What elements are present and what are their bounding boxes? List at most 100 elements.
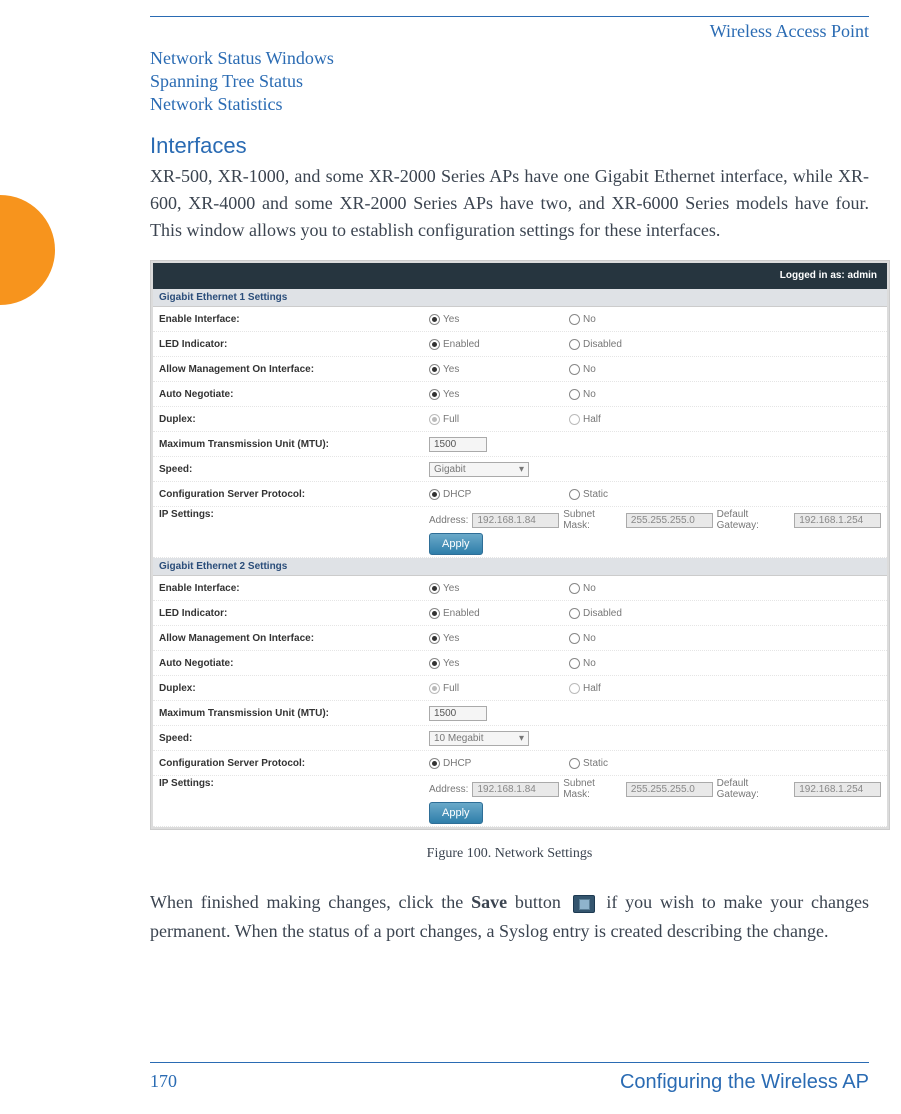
gig1-speed-label: Speed: [159, 464, 429, 475]
gig2-gw-input[interactable]: 192.168.1.254 [794, 782, 881, 797]
radio-icon [429, 414, 440, 425]
gig2-autoneg-yes[interactable]: Yes [429, 658, 539, 669]
gig1-autoneg-yes[interactable]: Yes [429, 389, 539, 400]
gig1-ip-label: IP Settings: [159, 509, 429, 520]
gig2-duplex-full: Full [429, 683, 539, 694]
gig1-enable-row: Enable Interface: Yes No [153, 307, 887, 332]
gig1-duplex-row: Duplex: Full Half [153, 407, 887, 432]
radio-icon [429, 658, 440, 669]
radio-icon [429, 633, 440, 644]
gig1-mask-input[interactable]: 255.255.255.0 [626, 513, 713, 528]
page-footer: 170 Configuring the Wireless AP [150, 1062, 869, 1094]
gig1-mgmt-no[interactable]: No [569, 364, 679, 375]
chevron-down-icon: ▾ [519, 733, 524, 744]
gig1-apply-button[interactable]: Apply [429, 533, 483, 555]
radio-icon [569, 339, 580, 350]
gig1-mtu-row: Maximum Transmission Unit (MTU): 1500 [153, 432, 887, 457]
radio-icon [429, 389, 440, 400]
radio-icon [569, 389, 580, 400]
gig1-led-enabled[interactable]: Enabled [429, 339, 539, 350]
interfaces-paragraph: XR-500, XR-1000, and some XR-2000 Series… [150, 163, 869, 244]
gig1-cfgproto-static[interactable]: Static [569, 489, 679, 500]
gig2-cfgproto-static[interactable]: Static [569, 758, 679, 769]
footer-rule [150, 1062, 869, 1063]
gig2-mgmt-row: Allow Management On Interface: Yes No [153, 626, 887, 651]
gig1-addr-input[interactable]: 192.168.1.84 [472, 513, 559, 528]
link-network-status-windows[interactable]: Network Status Windows [150, 48, 869, 69]
radio-icon [429, 608, 440, 619]
gig2-mask-input[interactable]: 255.255.255.0 [626, 782, 713, 797]
gig1-mgmt-label: Allow Management On Interface: [159, 364, 429, 375]
gig2-cfgproto-row: Configuration Server Protocol: DHCP Stat… [153, 751, 887, 776]
radio-icon [429, 683, 440, 694]
gig2-led-disabled[interactable]: Disabled [569, 608, 679, 619]
gig1-mgmt-row: Allow Management On Interface: Yes No [153, 357, 887, 382]
gw-label: Default Gateway: [717, 509, 791, 531]
radio-icon [429, 489, 440, 500]
gig2-ip-row: IP Settings: Address: 192.168.1.84 Subne… [153, 776, 887, 827]
gig1-cfgproto-label: Configuration Server Protocol: [159, 489, 429, 500]
radio-icon [569, 489, 580, 500]
save-icon [573, 895, 595, 913]
section-gig1-title: Gigabit Ethernet 1 Settings [153, 289, 887, 307]
radio-icon [569, 658, 580, 669]
radio-icon [569, 583, 580, 594]
figure-caption: Figure 100. Network Settings [150, 846, 869, 862]
gig1-mgmt-yes[interactable]: Yes [429, 364, 539, 375]
gig2-apply-button[interactable]: Apply [429, 802, 483, 824]
radio-icon [569, 364, 580, 375]
chevron-down-icon: ▾ [519, 464, 524, 475]
gig1-ip-row: IP Settings: Address: 192.168.1.84 Subne… [153, 507, 887, 558]
link-spanning-tree-status[interactable]: Spanning Tree Status [150, 71, 869, 92]
gig2-enable-yes[interactable]: Yes [429, 583, 539, 594]
radio-icon [429, 314, 440, 325]
gig1-autoneg-label: Auto Negotiate: [159, 389, 429, 400]
radio-icon [569, 314, 580, 325]
gig2-duplex-half: Half [569, 683, 679, 694]
gig1-speed-select[interactable]: Gigabit▾ [429, 462, 529, 477]
gig1-duplex-label: Duplex: [159, 414, 429, 425]
radio-icon [569, 414, 580, 425]
gig2-speed-row: Speed: 10 Megabit▾ [153, 726, 887, 751]
gig1-duplex-half: Half [569, 414, 679, 425]
radio-icon [429, 364, 440, 375]
radio-icon [429, 583, 440, 594]
post-figure-paragraph: When finished making changes, click the … [150, 888, 869, 946]
header-rule [150, 16, 869, 17]
gig1-led-label: LED Indicator: [159, 339, 429, 350]
gig2-addr-input[interactable]: 192.168.1.84 [472, 782, 559, 797]
link-network-statistics[interactable]: Network Statistics [150, 94, 869, 115]
gig2-mtu-input[interactable]: 1500 [429, 706, 487, 721]
gig1-autoneg-no[interactable]: No [569, 389, 679, 400]
figure-screenshot-frame: Logged in as: admin Gigabit Ethernet 1 S… [150, 260, 890, 830]
gig2-autoneg-no[interactable]: No [569, 658, 679, 669]
gig2-mgmt-no[interactable]: No [569, 633, 679, 644]
save-word: Save [471, 892, 507, 912]
gig2-mgmt-yes[interactable]: Yes [429, 633, 539, 644]
radio-icon [429, 758, 440, 769]
gig1-gw-input[interactable]: 192.168.1.254 [794, 513, 881, 528]
gig1-cfgproto-row: Configuration Server Protocol: DHCP Stat… [153, 482, 887, 507]
heading-interfaces: Interfaces [150, 133, 869, 159]
running-head: Wireless Access Point [150, 21, 869, 42]
gig2-enable-no[interactable]: No [569, 583, 679, 594]
gig1-enable-no[interactable]: No [569, 314, 679, 325]
gig1-cfgproto-dhcp[interactable]: DHCP [429, 489, 539, 500]
radio-icon [429, 339, 440, 350]
gig2-mtu-row: Maximum Transmission Unit (MTU): 1500 [153, 701, 887, 726]
gig1-speed-row: Speed: Gigabit▾ [153, 457, 887, 482]
gig2-autoneg-row: Auto Negotiate: Yes No [153, 651, 887, 676]
gig2-led-row: LED Indicator: Enabled Disabled [153, 601, 887, 626]
gig1-enable-yes[interactable]: Yes [429, 314, 539, 325]
gig2-led-enabled[interactable]: Enabled [429, 608, 539, 619]
gig1-led-row: LED Indicator: Enabled Disabled [153, 332, 887, 357]
radio-icon [569, 683, 580, 694]
gig1-duplex-full: Full [429, 414, 539, 425]
gig2-cfgproto-dhcp[interactable]: DHCP [429, 758, 539, 769]
gig1-mtu-label: Maximum Transmission Unit (MTU): [159, 439, 429, 450]
gig1-mtu-input[interactable]: 1500 [429, 437, 487, 452]
gig2-duplex-row: Duplex: Full Half [153, 676, 887, 701]
gig1-led-disabled[interactable]: Disabled [569, 339, 679, 350]
section-gig2-title: Gigabit Ethernet 2 Settings [153, 558, 887, 576]
gig2-speed-select[interactable]: 10 Megabit▾ [429, 731, 529, 746]
